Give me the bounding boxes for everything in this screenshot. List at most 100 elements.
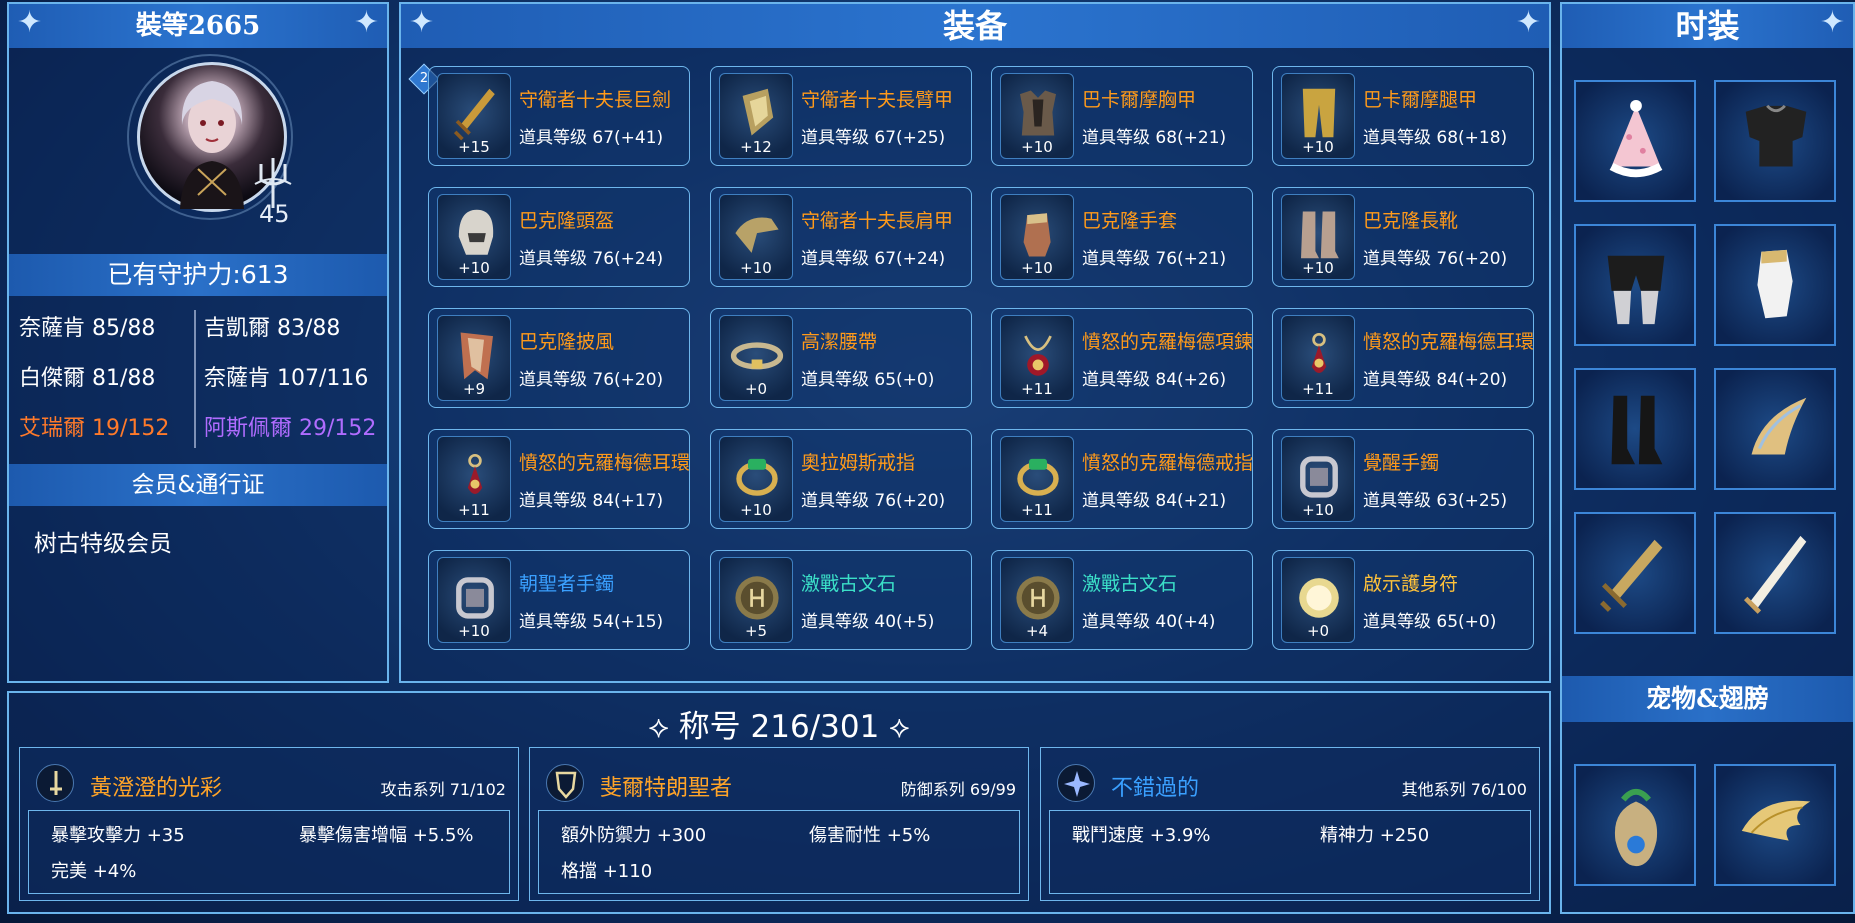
item-name: 巴卡爾摩腿甲 — [1363, 89, 1478, 111]
ring-icon: +11 — [1000, 436, 1074, 522]
top-icon — [1745, 104, 1807, 167]
item-name: 守衛者十夫長臂甲 — [801, 89, 954, 111]
equipment-slot[interactable]: +10 奧拉姆斯戒指道具等级 76(+20) — [710, 429, 972, 529]
equipment-slot[interactable]: +11 憤怒的克羅梅德耳環 道具等级 84(+17) — [428, 429, 690, 529]
fashion-slot[interactable] — [1574, 368, 1696, 490]
leggings-icon: +10 — [1281, 73, 1355, 159]
boots-icon: +10 — [1281, 194, 1355, 280]
chestplate-icon: +10 — [1000, 73, 1074, 159]
divider — [194, 310, 196, 448]
title-category: 其他系列 76/100 — [1401, 780, 1527, 799]
enhance-level: +11 — [458, 501, 490, 519]
greatsword-icon: +15 — [437, 73, 511, 159]
item-level: 道具等级 40(+5) — [801, 612, 935, 632]
item-level: 道具等级 65(+0) — [801, 370, 935, 390]
fashion-slot[interactable] — [1714, 512, 1836, 634]
equipment-slot[interactable]: +15 守衛者十夫長巨劍 道具等级 67(+41) — [428, 66, 690, 166]
membership-status: 树古特级会员 — [34, 531, 172, 557]
equipment-slot[interactable]: +10 覺醒手鐲 道具等级 63(+25) — [1272, 429, 1534, 529]
equipment-slot[interactable]: +10 巴卡爾摩胸甲道具等级 68(+21) — [991, 66, 1253, 166]
item-level: 道具等级 76(+20) — [519, 370, 664, 390]
item-name: 巴卡爾摩胸甲 — [1082, 89, 1197, 111]
item-level: 道具等级 65(+0) — [1363, 612, 1497, 632]
equipment-slot[interactable]: +9 巴克隆披風 道具等级 76(+20) — [428, 308, 690, 408]
item-level: 道具等级 76(+24) — [519, 249, 664, 269]
shorts-icon — [1607, 255, 1665, 325]
left-arrow-icon[interactable]: ⟡ — [648, 709, 678, 745]
guard-power: 已有守护力:613 — [9, 254, 387, 296]
enhance-level: +11 — [1021, 380, 1053, 398]
equipment-slot[interactable]: +10 巴克隆頭盔道具等级 76(+24) — [428, 187, 690, 287]
item-level: 道具等级 84(+21) — [1082, 491, 1227, 511]
character-panel: 裝等2665 ✦ ✦ 45 已有守护力:613 奈薩肯 85/88 吉凱爾 83… — [7, 2, 389, 683]
equipment-slot[interactable]: +10 巴克隆長靴 道具等级 76(+20) — [1272, 187, 1534, 287]
earring-icon: +11 — [1281, 315, 1355, 401]
enhance-level: +10 — [458, 259, 490, 277]
item-level: 道具等级 67(+24) — [801, 249, 946, 269]
necklace-icon: +11 — [1000, 315, 1074, 401]
fashion-slot[interactable] — [1574, 80, 1696, 202]
title-stat: 格擋 +110 — [561, 861, 653, 882]
fashion-slot[interactable] — [1714, 80, 1836, 202]
enhance-level: +10 — [1021, 138, 1053, 156]
fashion-slot[interactable] — [1574, 224, 1696, 346]
bracelet-icon: +10 — [1281, 436, 1355, 522]
fashion-slot[interactable] — [1714, 224, 1836, 346]
pet-slot[interactable] — [1714, 764, 1836, 886]
enhance-level: +0 — [1306, 622, 1330, 640]
enhance-level: +0 — [744, 380, 768, 398]
fashion-slot[interactable] — [1714, 368, 1836, 490]
bracer-icon: +12 — [719, 73, 793, 159]
item-level: 道具等级 76(+20) — [801, 491, 946, 511]
fashion-panel: 时装 ✦ 宠物&翅膀 — [1560, 2, 1855, 914]
enhance-level: +15 — [458, 138, 490, 156]
enhance-level: +11 — [1302, 380, 1334, 398]
equipment-slot[interactable]: +12 守衛者十夫長臂甲 道具等级 67(+25) — [710, 66, 972, 166]
enhance-level: +11 — [1021, 501, 1053, 519]
star-emblem-icon — [1057, 764, 1095, 802]
fashion-slot[interactable] — [1574, 512, 1696, 634]
equipment-slot[interactable]: +10 朝聖者手鐲 道具等级 54(+15) — [428, 550, 690, 650]
enhance-level: +10 — [1021, 259, 1053, 277]
titles-panel: ⟡ 称号 216/301 ⟡ 黃澄澄的光彩 攻击系列 71/102 暴擊攻擊力 +3… — [7, 691, 1551, 914]
title-stat: 戰鬥速度 +3.9% — [1072, 825, 1211, 846]
title-stat: 傷害耐性 +5% — [809, 825, 931, 846]
equipment-slot[interactable]: +11 憤怒的克羅梅德項鍊 道具等级 84(+26) — [991, 308, 1253, 408]
title-category: 攻击系列 71/102 — [380, 780, 506, 799]
equipment-slot[interactable]: +0 高潔腰帶 道具等级 65(+0) — [710, 308, 972, 408]
item-name: 巴克隆頭盔 — [519, 210, 615, 232]
pet-slot[interactable] — [1574, 764, 1696, 886]
ring-icon: +10 — [719, 436, 793, 522]
character-level: 45 — [259, 200, 290, 228]
equipment-slot[interactable]: +5 激戰古文石 道具等级 40(+5) — [710, 550, 972, 650]
title-card[interactable]: 斐爾特朗聖者 防御系列 69/99 額外防禦力 +300 傷害耐性 +5% 格擋 +11… — [529, 747, 1029, 901]
title-card[interactable]: 不錯過的 其他系列 76/100 戰鬥速度 +3.9% 精神力 +250 — [1040, 747, 1540, 901]
equipment-slot[interactable]: +10 巴克隆手套 道具等级 76(+21) — [991, 187, 1253, 287]
bracelet-icon: +10 — [437, 557, 511, 643]
wing-ornament-icon — [1751, 397, 1807, 455]
wings-icon — [1741, 800, 1811, 841]
equipment-slot[interactable]: +0 啟示護身符 道具等级 65(+0) — [1272, 550, 1534, 650]
title-category: 防御系列 69/99 — [900, 780, 1016, 799]
equipment-slot[interactable]: +10 守衛者十夫長肩甲 道具等级 67(+24) — [710, 187, 972, 287]
item-level: 道具等级 76(+20) — [1363, 249, 1508, 269]
item-level: 道具等级 68(+21) — [1082, 128, 1227, 148]
item-name: 覺醒手鐲 — [1363, 452, 1440, 474]
equipment-slot[interactable]: +11 憤怒的克羅梅德耳環 道具等级 84(+20) — [1272, 308, 1534, 408]
equipment-slot[interactable]: +10 巴卡爾摩腿甲 道具等级 68(+18) — [1272, 66, 1534, 166]
title-card[interactable]: 黃澄澄的光彩 攻击系列 71/102 暴擊攻擊力 +35 暴擊傷害增幅 +5.5% 完美… — [19, 747, 519, 901]
pets-wings-title: 宠物&翅膀 — [1562, 676, 1853, 722]
glove-icon — [1757, 249, 1793, 319]
item-score-title: 裝等2665 — [9, 4, 387, 48]
helmet-icon: +10 — [437, 194, 511, 280]
right-arrow-icon[interactable]: ⟡ — [879, 709, 910, 745]
equipment-slot[interactable]: +11 憤怒的克羅梅德戒指 道具等级 84(+21) — [991, 429, 1253, 529]
party-hat-icon — [1609, 99, 1663, 178]
item-name: 激戰古文石 — [801, 573, 897, 595]
faction-stat: 白傑爾 81/88 — [19, 366, 156, 391]
equipment-slot[interactable]: +4 激戰古文石 道具等级 40(+4) — [991, 550, 1253, 650]
enhance-level: +10 — [740, 501, 772, 519]
item-level: 道具等级 76(+21) — [1082, 249, 1227, 269]
earring-icon: +11 — [437, 436, 511, 522]
item-name: 奧拉姆斯戒指 — [801, 452, 916, 474]
